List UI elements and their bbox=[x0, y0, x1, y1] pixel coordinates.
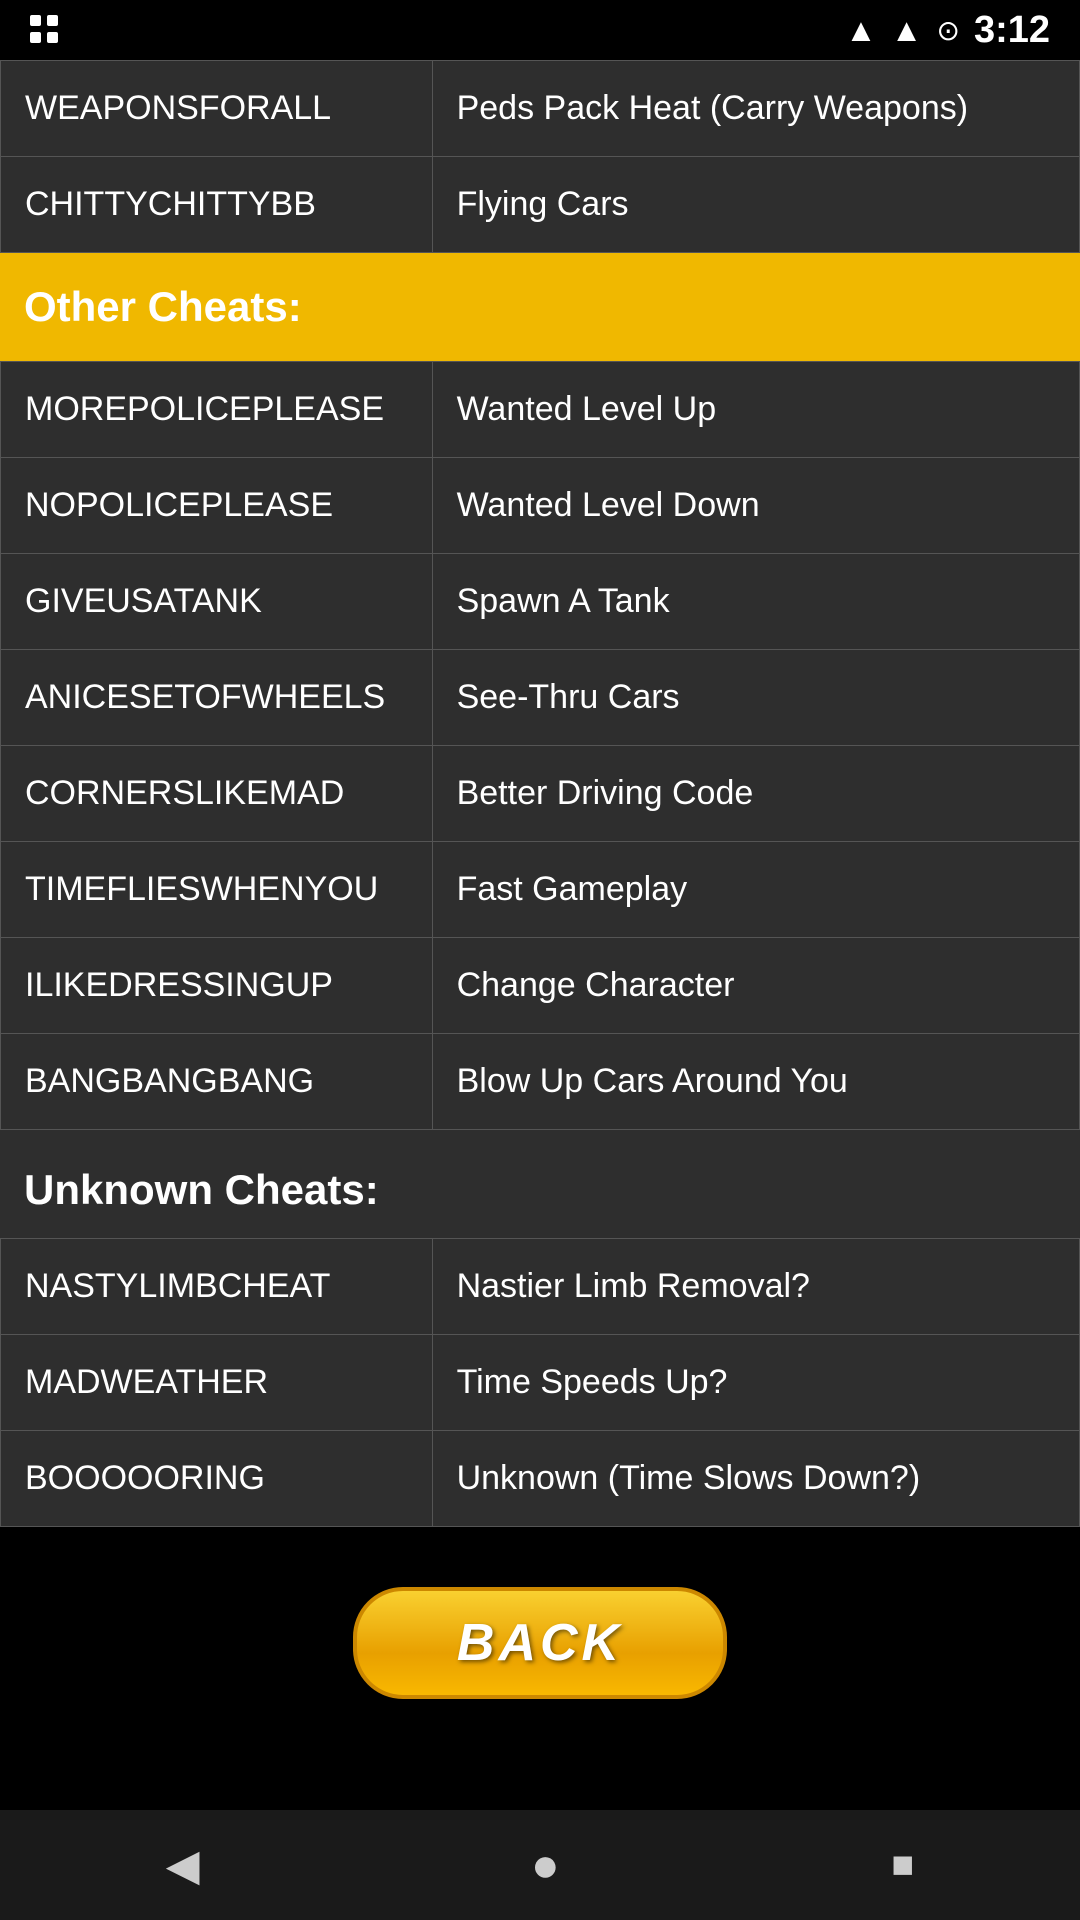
cheat-code: CORNERSLIKEMAD bbox=[1, 746, 433, 842]
content-area: WEAPONSFORALL Peds Pack Heat (Carry Weap… bbox=[0, 60, 1080, 1527]
table-row: ANICESETOFWHEELS See-Thru Cars bbox=[1, 650, 1080, 746]
other-cheats-header: Other Cheats: bbox=[0, 253, 1080, 361]
cheat-code: MADWEATHER bbox=[1, 1335, 433, 1431]
status-time: 3:12 bbox=[974, 9, 1050, 52]
cheat-effect: Fast Gameplay bbox=[432, 842, 1079, 938]
table-row: TIMEFLIESWHENYOU Fast Gameplay bbox=[1, 842, 1080, 938]
cheat-code: BOOOOORING bbox=[1, 1431, 433, 1527]
cheat-effect: Peds Pack Heat (Carry Weapons) bbox=[432, 61, 1079, 157]
cheat-effect: Wanted Level Up bbox=[432, 362, 1079, 458]
home-nav-icon[interactable]: ● bbox=[531, 1838, 560, 1893]
cheat-code: BANGBANGBANG bbox=[1, 1034, 433, 1130]
unknown-cheats-header: Unknown Cheats: bbox=[0, 1130, 1080, 1224]
status-bar: ▲ ▲ ⊙ 3:12 bbox=[0, 0, 1080, 60]
cheat-effect: Time Speeds Up? bbox=[432, 1335, 1079, 1431]
cheat-code: WEAPONSFORALL bbox=[1, 61, 433, 157]
table-row: ILIKEDRESSINGUP Change Character bbox=[1, 938, 1080, 1034]
cheat-effect: Wanted Level Down bbox=[432, 458, 1079, 554]
cheat-effect: Blow Up Cars Around You bbox=[432, 1034, 1079, 1130]
cheat-effect: See-Thru Cars bbox=[432, 650, 1079, 746]
recents-nav-icon[interactable]: ■ bbox=[891, 1844, 914, 1887]
cheat-effect: Unknown (Time Slows Down?) bbox=[432, 1431, 1079, 1527]
cheat-effect: Spawn A Tank bbox=[432, 554, 1079, 650]
app-grid-icon bbox=[30, 15, 60, 45]
status-bar-right: ▲ ▲ ⊙ 3:12 bbox=[845, 9, 1050, 52]
cheat-code: GIVEUSATANK bbox=[1, 554, 433, 650]
table-row: WEAPONSFORALL Peds Pack Heat (Carry Weap… bbox=[1, 61, 1080, 157]
table-row: BOOOOORING Unknown (Time Slows Down?) bbox=[1, 1431, 1080, 1527]
cheat-code: CHITTYCHITTYBB bbox=[1, 157, 433, 253]
cheat-code: NASTYLIMBCHEAT bbox=[1, 1239, 433, 1335]
cheat-effect: Flying Cars bbox=[432, 157, 1079, 253]
section-divider bbox=[0, 1224, 1080, 1238]
top-cheat-table: WEAPONSFORALL Peds Pack Heat (Carry Weap… bbox=[0, 60, 1080, 253]
wifi-icon: ▲ bbox=[845, 12, 877, 49]
cheat-code: TIMEFLIESWHENYOU bbox=[1, 842, 433, 938]
unknown-cheats-table: NASTYLIMBCHEAT Nastier Limb Removal? MAD… bbox=[0, 1238, 1080, 1527]
table-row: CORNERSLIKEMAD Better Driving Code bbox=[1, 746, 1080, 842]
signal-icon: ▲ bbox=[891, 12, 923, 49]
cheat-effect: Nastier Limb Removal? bbox=[432, 1239, 1079, 1335]
cheat-effect: Change Character bbox=[432, 938, 1079, 1034]
cheat-effect: Better Driving Code bbox=[432, 746, 1079, 842]
status-bar-left bbox=[30, 15, 60, 45]
unknown-cheats-title: Unknown Cheats: bbox=[24, 1166, 379, 1213]
table-row: BANGBANGBANG Blow Up Cars Around You bbox=[1, 1034, 1080, 1130]
table-row: NOPOLICEPLEASE Wanted Level Down bbox=[1, 458, 1080, 554]
table-row: GIVEUSATANK Spawn A Tank bbox=[1, 554, 1080, 650]
other-cheats-table: MOREPOLICEPLEASE Wanted Level Up NOPOLIC… bbox=[0, 361, 1080, 1130]
battery-icon: ⊙ bbox=[936, 14, 959, 47]
cheat-code: MOREPOLICEPLEASE bbox=[1, 362, 433, 458]
back-button-area: BACK bbox=[0, 1527, 1080, 1759]
nav-bar: ◀ ● ■ bbox=[0, 1810, 1080, 1920]
table-row: CHITTYCHITTYBB Flying Cars bbox=[1, 157, 1080, 253]
cheat-code: ILIKEDRESSINGUP bbox=[1, 938, 433, 1034]
cheat-code: NOPOLICEPLEASE bbox=[1, 458, 433, 554]
table-row: MADWEATHER Time Speeds Up? bbox=[1, 1335, 1080, 1431]
back-nav-icon[interactable]: ◀ bbox=[166, 1840, 200, 1891]
table-row: MOREPOLICEPLEASE Wanted Level Up bbox=[1, 362, 1080, 458]
cheat-code: ANICESETOFWHEELS bbox=[1, 650, 433, 746]
other-cheats-title: Other Cheats: bbox=[24, 283, 302, 330]
back-button[interactable]: BACK bbox=[353, 1587, 727, 1699]
table-row: NASTYLIMBCHEAT Nastier Limb Removal? bbox=[1, 1239, 1080, 1335]
